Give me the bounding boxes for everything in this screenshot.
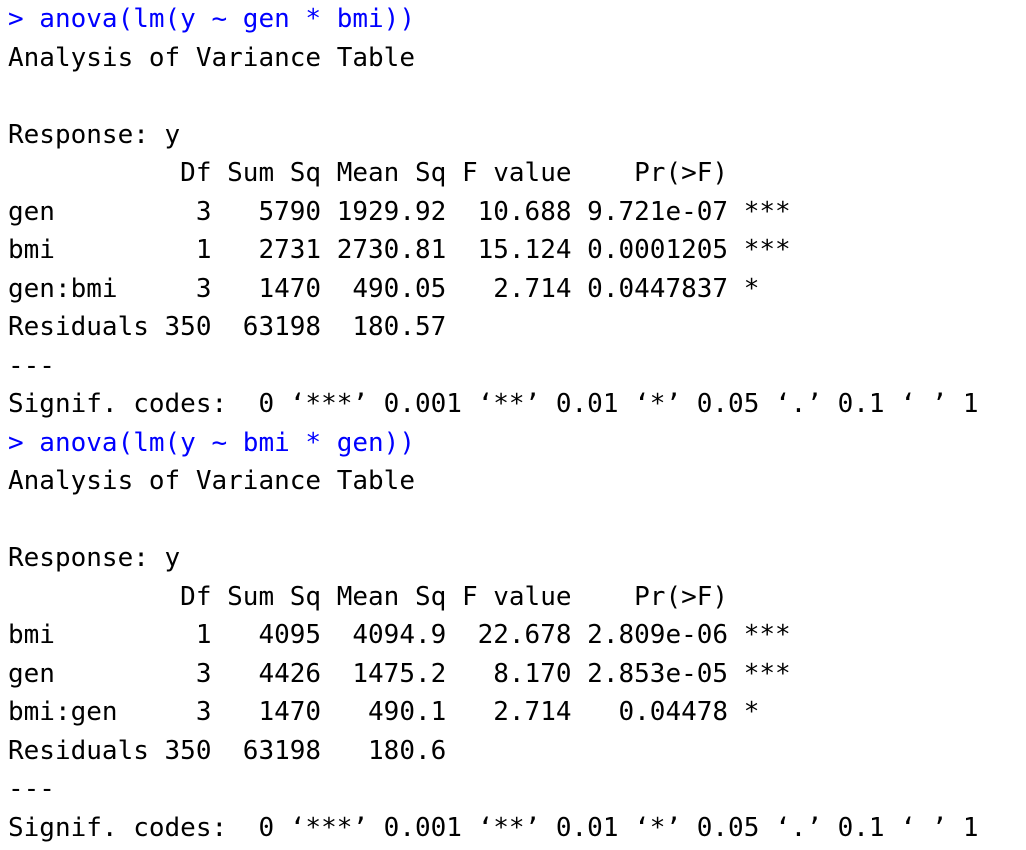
anova-table-title: Analysis of Variance Table [8,42,415,73]
anova-table-header: Df Sum Sq Mean Sq F value Pr(>F) [8,158,791,188]
anova-row-bmi: bmi 1 2731 2730.81 15.124 0.0001205 *** [8,235,791,265]
anova-row-residuals: Residuals 350 63198 180.6 [8,735,791,766]
command-line-anova-gen-bmi[interactable]: > anova(lm(y ~ gen * bmi)) [8,0,1026,39]
anova-row-gen: gen 3 5790 1929.92 10.688 9.721e-07 *** [8,196,791,227]
separator-line: --- [8,774,55,804]
anova-row-gen-bmi: gen:bmi 3 1470 490.05 2.714 0.0447837 * [8,273,791,304]
response-label: Response: y [8,543,181,573]
anova-row-bmi: bmi 1 4095 4094.9 22.678 2.809e-06 *** [8,620,791,650]
anova-row-gen: gen 3 4426 1475.2 8.170 2.853e-05 *** [8,658,791,689]
r-console-output: > anova(lm(y ~ gen * bmi)) Analysis of V… [0,0,1026,850]
signif-codes-legend: Signif. codes: 0 ‘***’ 0.001 ‘**’ 0.01 ‘… [8,389,979,419]
command-line-anova-bmi-gen[interactable]: > anova(lm(y ~ bmi * gen)) [8,424,1026,463]
separator-line: --- [8,350,55,381]
anova-table-header: Df Sum Sq Mean Sq F value Pr(>F) [8,581,791,612]
response-label: Response: y [8,119,181,150]
anova-row-bmi-gen: bmi:gen 3 1470 490.1 2.714 0.04478 * [8,697,791,727]
anova-table-title: Analysis of Variance Table [8,466,415,496]
anova-row-residuals: Residuals 350 63198 180.57 [8,312,791,342]
signif-codes-legend: Signif. codes: 0 ‘***’ 0.001 ‘**’ 0.01 ‘… [8,812,979,843]
